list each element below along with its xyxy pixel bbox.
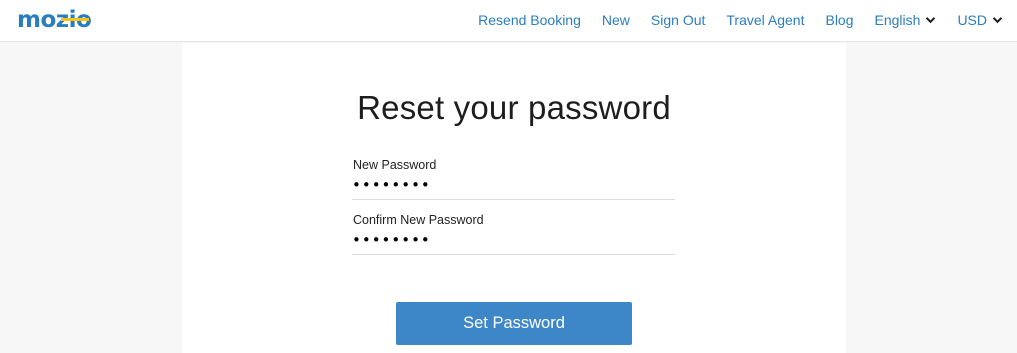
mozio-logo[interactable]: mozio (17, 6, 111, 32)
confirm-password-input[interactable] (352, 231, 652, 249)
nav-travel-agent[interactable]: Travel Agent (726, 12, 804, 28)
chevron-down-icon (926, 17, 936, 24)
set-password-button[interactable]: Set Password (396, 302, 632, 345)
nav-sign-out[interactable]: Sign Out (651, 12, 705, 28)
new-password-label: New Password (353, 158, 437, 172)
new-password-field: New Password (352, 158, 675, 200)
page-title: Reset your password (357, 89, 671, 126)
nav-resend-booking[interactable]: Resend Booking (478, 12, 581, 28)
currency-dropdown[interactable]: USD (957, 12, 1003, 28)
language-dropdown[interactable]: English (875, 12, 937, 28)
new-password-input[interactable] (352, 176, 652, 194)
main-nav: Resend Booking New Sign Out Travel Agent… (478, 0, 1003, 40)
chevron-down-icon (992, 17, 1003, 24)
confirm-password-label: Confirm New Password (353, 213, 484, 227)
nav-new[interactable]: New (602, 12, 630, 28)
reset-password-panel: Reset your password New Password Confirm… (182, 43, 846, 353)
nav-blog[interactable]: Blog (825, 12, 853, 28)
confirm-password-field: Confirm New Password (352, 213, 675, 255)
top-header: mozio Resend Booking New Sign Out Travel… (0, 0, 1017, 42)
